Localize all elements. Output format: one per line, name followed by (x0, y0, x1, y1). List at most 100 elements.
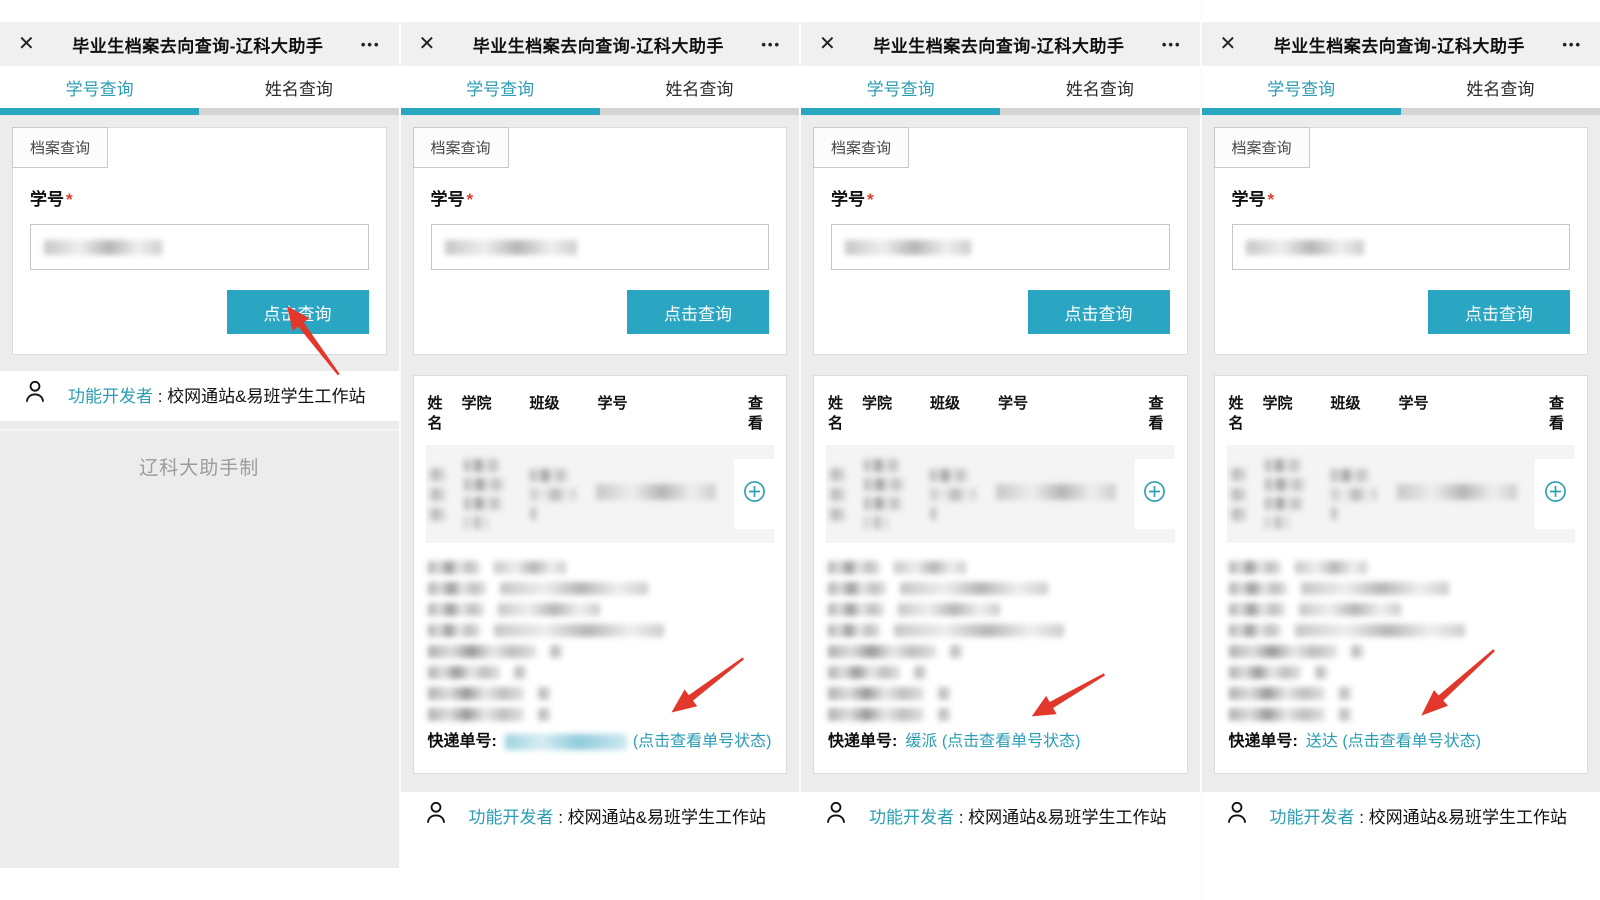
student-id-label: 学号 (431, 190, 465, 209)
person-icon (823, 800, 849, 835)
student-id-input[interactable] (1232, 224, 1571, 270)
developer-footer: 功能开发者 : 校网通站&易班学生工作站 (401, 792, 800, 842)
blurred-class-cell (930, 469, 988, 520)
expand-icon[interactable] (1544, 480, 1567, 508)
person-icon (22, 378, 48, 413)
blurred-name-cell (430, 468, 456, 521)
col-header-college: 学院 (1263, 394, 1321, 433)
blurred-input-value (445, 240, 577, 255)
query-button[interactable]: 点击查询 (1028, 290, 1170, 334)
tab-student-id-query[interactable]: 学号查询 (1202, 66, 1401, 108)
more-menu-icon[interactable]: ••• (1162, 37, 1182, 52)
close-icon[interactable]: ✕ (1220, 34, 1237, 54)
more-menu-icon[interactable]: ••• (361, 37, 381, 52)
expand-icon[interactable] (743, 480, 766, 508)
detail-section: 快递单号:送达 (点击查看单号状态) (1227, 543, 1576, 757)
tab-student-id-query[interactable]: 学号查询 (0, 66, 199, 108)
titlebar: ✕ 毕业生档案去向查询-辽科大助手 ••• (801, 22, 1200, 66)
blurred-tracking-number[interactable] (505, 734, 627, 750)
blurred-name-cell (830, 468, 856, 521)
bottom-spacer (801, 842, 1200, 900)
divider (0, 421, 399, 431)
table-header-row: 姓名 学院 班级 学号 查看 (426, 388, 775, 445)
tracking-line: 快递单号:缓派 (点击查看单号状态) (828, 729, 1173, 757)
student-id-input[interactable] (431, 224, 770, 270)
more-menu-icon[interactable]: ••• (761, 37, 781, 52)
tab-name-query[interactable]: 姓名查询 (1401, 66, 1600, 108)
tab-underline (801, 108, 1200, 115)
person-icon (1224, 800, 1250, 835)
student-id-input[interactable] (831, 224, 1170, 270)
tab-underline (1202, 108, 1600, 115)
col-header-college: 学院 (862, 394, 920, 433)
close-icon[interactable]: ✕ (18, 34, 35, 54)
required-mark: * (66, 190, 73, 209)
detail-section: 快递单号:缓派 (点击查看单号状态) (826, 543, 1175, 757)
status-strip (0, 0, 399, 22)
developer-line: 功能开发者 : 校网通站&易班学生工作站 (1218, 804, 1585, 832)
blurred-input-value (44, 240, 162, 255)
student-id-label: 学号 (1232, 190, 1266, 209)
titlebar: ✕ 毕业生档案去向查询-辽科大助手 ••• (401, 22, 800, 66)
col-header-view: 查看 (1149, 394, 1166, 433)
developer-label: 功能开发者 (68, 387, 153, 406)
view-cell (734, 459, 774, 529)
results-card: 姓名 学院 班级 学号 查看 (413, 375, 788, 774)
panel-3: ✕ 毕业生档案去向查询-辽科大助手 ••• 学号查询 姓名查询 档案查询 学号* (801, 0, 1200, 900)
panel-content: 档案查询 学号* 点击查询 功能开发者 : 校网通站&易 (0, 115, 399, 900)
results-card: 姓名 学院 班级 学号 查看 (813, 375, 1188, 774)
tabbar: 学号查询 姓名查询 (1202, 66, 1600, 108)
status-strip (801, 0, 1200, 22)
col-header-class: 班级 (530, 394, 588, 433)
tab-name-query[interactable]: 姓名查询 (600, 66, 799, 108)
tab-name-query[interactable]: 姓名查询 (199, 66, 398, 108)
tracking-label: 快递单号: (428, 733, 497, 750)
table-row (426, 445, 775, 543)
required-mark: * (1268, 190, 1275, 209)
tab-student-id-query[interactable]: 学号查询 (401, 66, 600, 108)
student-id-label: 学号 (30, 190, 64, 209)
detail-section: 快递单号: (点击查看单号状态) (426, 543, 775, 757)
table-row (1227, 445, 1576, 543)
developer-footer: 功能开发者 : 校网通站&易班学生工作站 (801, 792, 1200, 842)
tab-name-query[interactable]: 姓名查询 (1000, 66, 1199, 108)
query-button[interactable]: 点击查询 (1428, 290, 1570, 334)
close-icon[interactable]: ✕ (419, 34, 436, 54)
close-icon[interactable]: ✕ (819, 34, 836, 54)
developer-label: 功能开发者 (469, 808, 554, 827)
col-header-name: 姓名 (1229, 394, 1246, 433)
developer-footer: 功能开发者 : 校网通站&易班学生工作站 (0, 371, 399, 421)
tracking-status-link-text[interactable]: (点击查看单号状态) (942, 733, 1081, 750)
results-card: 姓名 学院 班级 学号 查看 (1214, 375, 1589, 774)
expand-icon[interactable] (1143, 480, 1166, 508)
developer-value: : 校网通站&易班学生工作站 (554, 808, 767, 827)
developer-label: 功能开发者 (869, 808, 954, 827)
student-id-input[interactable] (30, 224, 369, 270)
panel-2: ✕ 毕业生档案去向查询-辽科大助手 ••• 学号查询 姓名查询 档案查询 学号* (401, 0, 800, 900)
blurred-input-value (1246, 240, 1364, 255)
tabbar: 学号查询 姓名查询 (401, 66, 800, 108)
tracking-status-link-text[interactable]: (点击查看单号状态) (1342, 733, 1481, 750)
titlebar: ✕ 毕业生档案去向查询-辽科大助手 ••• (1202, 22, 1600, 66)
blurred-student-id-cell (996, 484, 1127, 505)
tab-student-id-query[interactable]: 学号查询 (801, 66, 1000, 108)
status-strip (401, 0, 800, 22)
table-row (826, 445, 1175, 543)
more-menu-icon[interactable]: ••• (1562, 37, 1582, 52)
status-strip (1202, 0, 1600, 22)
tab-underline (401, 108, 800, 115)
blurred-student-id-cell (1397, 484, 1528, 505)
page-title: 毕业生档案去向查询-辽科大助手 (35, 32, 361, 57)
tabbar: 学号查询 姓名查询 (801, 66, 1200, 108)
page-title: 毕业生档案去向查询-辽科大助手 (1236, 32, 1562, 57)
person-icon (423, 800, 449, 835)
tracking-status[interactable]: 送达 (1306, 733, 1338, 750)
col-header-name: 姓名 (428, 394, 445, 433)
view-cell (1135, 459, 1175, 529)
blurred-input-value (845, 240, 971, 255)
query-button[interactable]: 点击查询 (227, 290, 369, 334)
query-button[interactable]: 点击查询 (627, 290, 769, 334)
blurred-class-cell (530, 469, 588, 520)
tracking-status-link[interactable]: (点击查看单号状态) (633, 733, 772, 750)
tracking-status[interactable]: 缓派 (905, 733, 937, 750)
